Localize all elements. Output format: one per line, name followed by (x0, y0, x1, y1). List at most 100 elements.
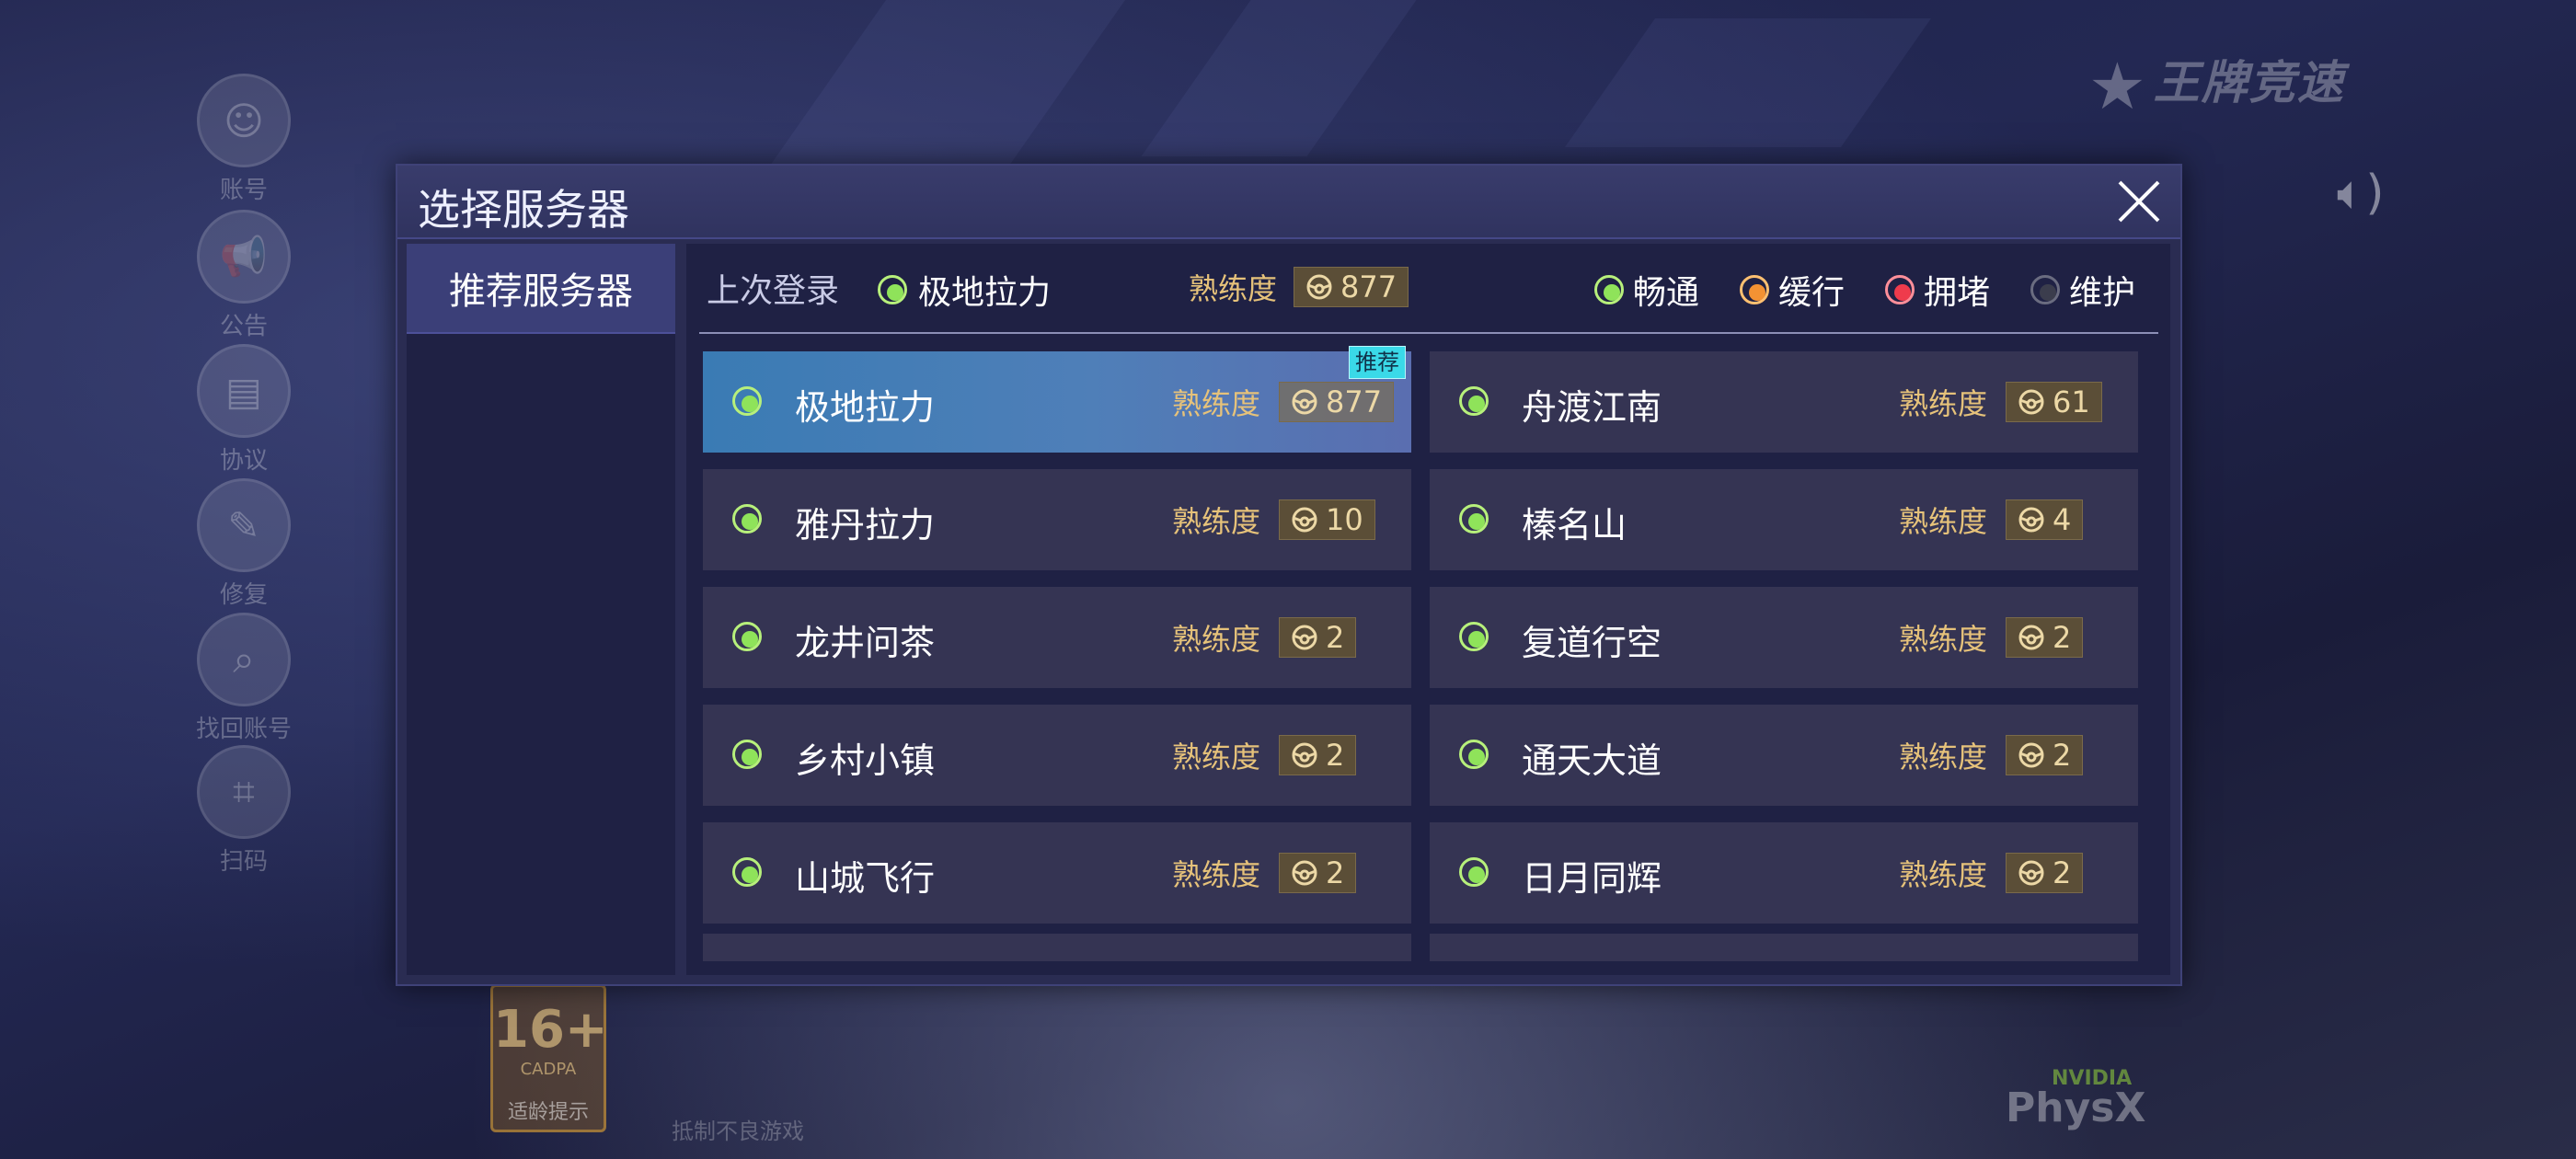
account-icon: ☺ (197, 74, 291, 167)
steering-wheel-icon (1292, 507, 1317, 533)
status-indicator-icon (732, 740, 762, 769)
status-indicator-icon (732, 857, 762, 887)
last-login-label: 上次登录 (707, 272, 840, 310)
server-proficiency: 熟练度 2 (1899, 616, 2084, 659)
server-select-dialog: 选择服务器 推荐服务器 上次登录 极地拉力 熟练度 877 畅通 缓行 拥堵 维… (396, 164, 2182, 986)
last-login-bar: 上次登录 极地拉力 熟练度 877 畅通 缓行 拥堵 维护 (686, 244, 2170, 332)
close-icon (2118, 180, 2160, 223)
divider (699, 332, 2158, 334)
server-proficiency: 熟练度 2 (1172, 616, 1357, 659)
steering-wheel-icon (2018, 507, 2044, 533)
server-row[interactable]: 榛名山 熟练度 4 (1430, 469, 2138, 570)
menu-recover-account: ⌕ 找回账号 (184, 613, 304, 744)
status-indicator-icon (732, 386, 762, 416)
server-name: 榛名山 (1522, 505, 1627, 545)
megaphone-icon: 📢 (197, 210, 291, 304)
server-name: 复道行空 (1522, 623, 1662, 663)
server-proficiency: 熟练度 61 (1899, 381, 2102, 423)
server-name: 龙井问茶 (795, 623, 936, 663)
steering-wheel-icon (1292, 860, 1317, 886)
close-button[interactable] (2110, 173, 2168, 230)
menu-repair: ✎ 修复 (184, 478, 304, 610)
speaker-icon: 🔈︎) (2337, 166, 2385, 221)
server-category-sidebar: 推荐服务器 (407, 244, 675, 975)
menu-account: ☺ 账号 (184, 74, 304, 205)
dialog-header: 选择服务器 (397, 166, 2180, 239)
health-notice: 抵制不良游戏 (672, 1119, 804, 1144)
proficiency-value: 2 (2006, 853, 2084, 893)
server-proficiency: 熟练度 2 (1172, 734, 1357, 776)
status-congested-icon (1884, 275, 1915, 304)
proficiency-value: 877 (1294, 267, 1409, 307)
server-name: 雅丹拉力 (795, 505, 936, 545)
legend-congested: 拥堵 (1884, 266, 1990, 314)
proficiency-value: 2 (2006, 735, 2084, 775)
background-stripe (1564, 18, 1932, 147)
legend-maintenance: 维护 (2030, 266, 2135, 314)
steering-wheel-icon (1306, 274, 1332, 300)
server-row[interactable]: 复道行空 熟练度 2 (1430, 587, 2138, 688)
server-row[interactable]: 乡村小镇 熟练度 2 (703, 705, 1411, 806)
status-indicator-icon (732, 622, 762, 651)
status-smooth-icon (1593, 275, 1624, 304)
steering-wheel-icon (1292, 742, 1317, 768)
status-legend: 畅通 缓行 拥堵 维护 (1593, 266, 2135, 314)
menu-agreement: ▤ 协议 (184, 344, 304, 476)
server-row-partial[interactable] (1430, 934, 2138, 961)
legend-slow: 缓行 (1739, 266, 1845, 314)
server-proficiency: 熟练度 2 (1899, 852, 2084, 894)
proficiency-value: 2 (1279, 853, 1357, 893)
physx-logo: NVIDIA PhysX (2006, 1067, 2146, 1131)
status-indicator-icon (1459, 622, 1489, 651)
server-row[interactable]: 极地拉力 熟练度 877 推荐 (703, 346, 1411, 453)
server-row[interactable]: 舟渡江南 熟练度 61 (1430, 351, 2138, 453)
legend-smooth: 畅通 (1593, 266, 1699, 314)
server-row[interactable]: 山城飞行 熟练度 2 (703, 822, 1411, 924)
recommended-tag: 推荐 (1349, 346, 1406, 379)
document-icon: ▤ (197, 344, 291, 438)
server-name: 通天大道 (1522, 740, 1662, 781)
status-smooth-icon (878, 275, 907, 304)
server-name: 日月同辉 (1522, 858, 1662, 899)
game-logo: ★ 王牌竞速 (2088, 48, 2345, 124)
server-list-panel: 上次登录 极地拉力 熟练度 877 畅通 缓行 拥堵 维护 极地拉力 熟练度 877… (686, 244, 2170, 975)
status-indicator-icon (1459, 857, 1489, 887)
logo-star-icon: ★ (2088, 48, 2148, 124)
steering-wheel-icon (2018, 860, 2044, 886)
background-stripe (1141, 0, 1417, 156)
server-row[interactable]: 雅丹拉力 熟练度 10 (703, 469, 1411, 570)
server-proficiency: 熟练度 877 (1172, 381, 1395, 423)
server-name: 乡村小镇 (795, 740, 936, 781)
wrench-icon: ✎ (197, 478, 291, 572)
qr-scan-icon: ⌗ (197, 745, 291, 839)
status-indicator-icon (1459, 740, 1489, 769)
proficiency-value: 877 (1279, 382, 1395, 422)
menu-scan: ⌗ 扫码 (184, 745, 304, 877)
server-proficiency: 熟练度 2 (1899, 734, 2084, 776)
background-stripe (769, 0, 1126, 166)
server-row[interactable]: 通天大道 熟练度 2 (1430, 705, 2138, 806)
status-indicator-icon (732, 504, 762, 534)
last-login-server[interactable]: 极地拉力 (878, 266, 1051, 314)
proficiency-value: 10 (1279, 499, 1375, 540)
server-row[interactable]: 龙井问茶 熟练度 2 (703, 587, 1411, 688)
server-proficiency: 熟练度 4 (1899, 499, 2084, 541)
steering-wheel-icon (1292, 389, 1317, 415)
status-indicator-icon (1459, 504, 1489, 534)
age-rating-badge: 16+ CADPA 适龄提示 (490, 984, 608, 1132)
server-name: 山城飞行 (795, 858, 936, 899)
menu-announcement: 📢 公告 (184, 210, 304, 341)
dialog-title: 选择服务器 (418, 185, 629, 235)
proficiency-value: 61 (2006, 382, 2102, 422)
tab-recommended-servers[interactable]: 推荐服务器 (407, 244, 675, 334)
steering-wheel-icon (2018, 742, 2044, 768)
server-proficiency: 熟练度 2 (1172, 852, 1357, 894)
proficiency-value: 4 (2006, 499, 2084, 540)
server-row-partial[interactable] (703, 934, 1411, 961)
server-name: 极地拉力 (795, 387, 936, 428)
server-row[interactable]: 日月同辉 熟练度 2 (1430, 822, 2138, 924)
status-slow-icon (1739, 275, 1769, 304)
server-proficiency: 熟练度 10 (1172, 499, 1375, 541)
last-login-proficiency: 熟练度 877 (1189, 266, 1409, 308)
proficiency-value: 2 (1279, 617, 1357, 658)
